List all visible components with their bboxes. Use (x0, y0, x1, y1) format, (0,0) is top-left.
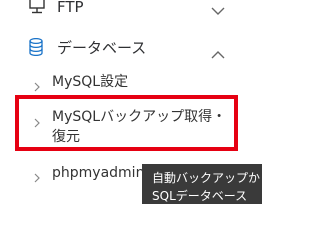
sidebar-item-label: FTP (57, 0, 84, 16)
chevron-down-icon[interactable] (211, 1, 225, 20)
tooltip-line: SQLデータベース (152, 189, 248, 203)
monitor-icon (29, 0, 45, 20)
tooltip-line: 自動バックアップか (152, 171, 261, 185)
chevron-right-icon (34, 77, 40, 96)
submenu-item-label: MySQL設定 (52, 74, 129, 90)
highlight-box (15, 95, 238, 151)
database-icon (29, 37, 43, 60)
tooltip: 自動バックアップか SQLデータベース (142, 164, 262, 204)
chevron-right-icon (34, 168, 40, 187)
chevron-up-icon[interactable] (211, 44, 225, 63)
submenu-item-mysql-settings[interactable]: MySQL設定 (0, 72, 255, 92)
sidebar-item-database[interactable]: データベース (0, 36, 255, 60)
sidebar-item-label: データベース (57, 39, 147, 57)
sidebar-item-ftp[interactable]: FTP (0, 0, 255, 17)
